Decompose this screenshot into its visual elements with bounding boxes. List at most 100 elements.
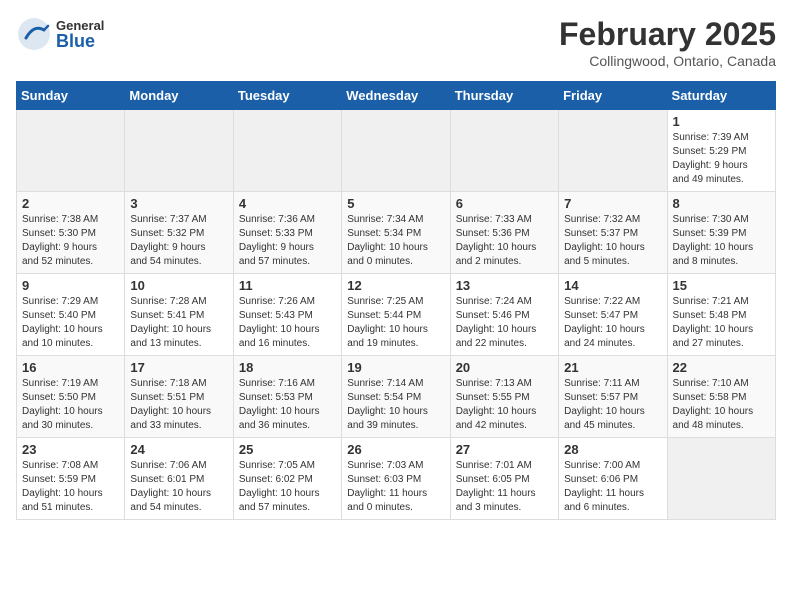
day-info: Sunrise: 7:28 AM Sunset: 5:41 PM Dayligh… — [130, 295, 227, 351]
day-number: 10 — [130, 278, 227, 293]
col-sunday: Sunday — [17, 82, 125, 110]
calendar-cell: 18Sunrise: 7:16 AM Sunset: 5:53 PM Dayli… — [233, 356, 341, 438]
day-number: 14 — [564, 278, 661, 293]
day-info: Sunrise: 7:06 AM Sunset: 6:01 PM Dayligh… — [130, 459, 227, 515]
header-row: Sunday Monday Tuesday Wednesday Thursday… — [17, 82, 776, 110]
day-info: Sunrise: 7:37 AM Sunset: 5:32 PM Dayligh… — [130, 213, 227, 269]
day-number: 25 — [239, 442, 336, 457]
calendar-cell: 16 Sunrise: 7:19 AM Sunset: 5:50 PM Dayli… — [17, 356, 125, 438]
day-info: Sunrise: 7:10 AM Sunset: 5:58 PM Dayligh… — [673, 377, 770, 433]
calendar-cell: 27 Sunrise: 7:01 AM Sunset: 6:05 PM Dayli… — [450, 438, 558, 520]
calendar-table: Sunday Monday Tuesday Wednesday Thursday… — [16, 81, 776, 520]
calendar-week-3: 9 Sunrise: 7:29 AM Sunset: 5:40 PM Daylig… — [17, 274, 776, 356]
day-info: Sunrise: 7:29 AM Sunset: 5:40 PM Dayligh… — [22, 295, 119, 351]
col-thursday: Thursday — [450, 82, 558, 110]
calendar-week-1: 1 Sunrise: 7:39 AM Sunset: 5:29 PM Daylig… — [17, 110, 776, 192]
day-number: 2 — [22, 196, 119, 211]
calendar-cell: 5 Sunrise: 7:34 AM Sunset: 5:34 PM Daylig… — [342, 192, 450, 274]
calendar-cell: 21 Sunrise: 7:11 AM Sunset: 5:57 PM Dayli… — [559, 356, 667, 438]
calendar-cell — [233, 110, 341, 192]
calendar-cell: 6Sunrise: 7:33 AM Sunset: 5:36 PM Daylig… — [450, 192, 558, 274]
day-info: Sunrise: 7:25 AM Sunset: 5:44 PM Dayligh… — [347, 295, 444, 351]
day-number: 8 — [673, 196, 770, 211]
calendar-cell: 3 Sunrise: 7:37 AM Sunset: 5:32 PM Daylig… — [125, 192, 233, 274]
calendar-cell: 19 Sunrise: 7:14 AM Sunset: 5:54 PM Dayli… — [342, 356, 450, 438]
col-wednesday: Wednesday — [342, 82, 450, 110]
month-title: February 2025 — [559, 16, 776, 53]
calendar-cell: 22 Sunrise: 7:10 AM Sunset: 5:58 PM Dayli… — [667, 356, 775, 438]
day-number: 27 — [456, 442, 553, 457]
day-info: Sunrise: 7:38 AM Sunset: 5:30 PM Dayligh… — [22, 213, 119, 269]
day-number: 20 — [456, 360, 553, 375]
day-number: 4 — [239, 196, 336, 211]
day-number: 21 — [564, 360, 661, 375]
day-number: 17 — [130, 360, 227, 375]
calendar-cell: 2 Sunrise: 7:38 AM Sunset: 5:30 PM Daylig… — [17, 192, 125, 274]
calendar-body: 1 Sunrise: 7:39 AM Sunset: 5:29 PM Daylig… — [17, 110, 776, 520]
day-number: 9 — [22, 278, 119, 293]
day-number: 7 — [564, 196, 661, 211]
day-info: Sunrise: 7:14 AM Sunset: 5:54 PM Dayligh… — [347, 377, 444, 433]
calendar-cell: 13 Sunrise: 7:24 AM Sunset: 5:46 PM Dayli… — [450, 274, 558, 356]
day-info: Sunrise: 7:30 AM Sunset: 5:39 PM Dayligh… — [673, 213, 770, 269]
col-saturday: Saturday — [667, 82, 775, 110]
day-number: 13 — [456, 278, 553, 293]
calendar-week-2: 2 Sunrise: 7:38 AM Sunset: 5:30 PM Daylig… — [17, 192, 776, 274]
day-info: Sunrise: 7:21 AM Sunset: 5:48 PM Dayligh… — [673, 295, 770, 351]
day-number: 11 — [239, 278, 336, 293]
day-number: 1 — [673, 114, 770, 129]
calendar-cell: 15 Sunrise: 7:21 AM Sunset: 5:48 PM Dayli… — [667, 274, 775, 356]
col-friday: Friday — [559, 82, 667, 110]
calendar-cell: 4Sunrise: 7:36 AM Sunset: 5:33 PM Daylig… — [233, 192, 341, 274]
calendar-cell — [342, 110, 450, 192]
calendar-cell — [125, 110, 233, 192]
day-number: 6 — [456, 196, 553, 211]
calendar-week-4: 16 Sunrise: 7:19 AM Sunset: 5:50 PM Dayli… — [17, 356, 776, 438]
calendar-cell: 9 Sunrise: 7:29 AM Sunset: 5:40 PM Daylig… — [17, 274, 125, 356]
day-number: 28 — [564, 442, 661, 457]
day-number: 23 — [22, 442, 119, 457]
day-info: Sunrise: 7:00 AM Sunset: 6:06 PM Dayligh… — [564, 459, 661, 515]
logo-icon — [16, 16, 52, 52]
day-number: 3 — [130, 196, 227, 211]
day-info: Sunrise: 7:19 AM Sunset: 5:50 PM Dayligh… — [22, 377, 119, 433]
day-info: Sunrise: 7:39 AM Sunset: 5:29 PM Dayligh… — [673, 131, 770, 187]
calendar-cell: 10 Sunrise: 7:28 AM Sunset: 5:41 PM Dayli… — [125, 274, 233, 356]
day-info: Sunrise: 7:24 AM Sunset: 5:46 PM Dayligh… — [456, 295, 553, 351]
logo-general-text: General — [56, 19, 104, 32]
day-number: 19 — [347, 360, 444, 375]
calendar-cell: 8 Sunrise: 7:30 AM Sunset: 5:39 PM Daylig… — [667, 192, 775, 274]
day-number: 22 — [673, 360, 770, 375]
calendar-cell: 24 Sunrise: 7:06 AM Sunset: 6:01 PM Dayli… — [125, 438, 233, 520]
day-info: Sunrise: 7:16 AM Sunset: 5:53 PM Dayligh… — [239, 377, 336, 433]
day-number: 5 — [347, 196, 444, 211]
col-monday: Monday — [125, 82, 233, 110]
day-number: 16 — [22, 360, 119, 375]
col-tuesday: Tuesday — [233, 82, 341, 110]
day-number: 24 — [130, 442, 227, 457]
calendar-cell — [450, 110, 558, 192]
day-info: Sunrise: 7:18 AM Sunset: 5:51 PM Dayligh… — [130, 377, 227, 433]
logo-text: General Blue — [56, 19, 104, 50]
day-info: Sunrise: 7:11 AM Sunset: 5:57 PM Dayligh… — [564, 377, 661, 433]
calendar-cell: 20 Sunrise: 7:13 AM Sunset: 5:55 PM Dayli… — [450, 356, 558, 438]
calendar-cell: 25Sunrise: 7:05 AM Sunset: 6:02 PM Dayli… — [233, 438, 341, 520]
day-info: Sunrise: 7:13 AM Sunset: 5:55 PM Dayligh… — [456, 377, 553, 433]
calendar-cell: 14 Sunrise: 7:22 AM Sunset: 5:47 PM Dayli… — [559, 274, 667, 356]
day-number: 15 — [673, 278, 770, 293]
day-number: 12 — [347, 278, 444, 293]
calendar-cell: 7 Sunrise: 7:32 AM Sunset: 5:37 PM Daylig… — [559, 192, 667, 274]
calendar-cell: 11 Sunrise: 7:26 AM Sunset: 5:43 PM Dayli… — [233, 274, 341, 356]
logo: General Blue — [16, 16, 104, 52]
day-info: Sunrise: 7:32 AM Sunset: 5:37 PM Dayligh… — [564, 213, 661, 269]
header: General Blue February 2025 Collingwood, … — [16, 16, 776, 69]
calendar-week-5: 23Sunrise: 7:08 AM Sunset: 5:59 PM Dayli… — [17, 438, 776, 520]
day-info: Sunrise: 7:22 AM Sunset: 5:47 PM Dayligh… — [564, 295, 661, 351]
day-info: Sunrise: 7:34 AM Sunset: 5:34 PM Dayligh… — [347, 213, 444, 269]
calendar-cell — [17, 110, 125, 192]
calendar-header: Sunday Monday Tuesday Wednesday Thursday… — [17, 82, 776, 110]
day-info: Sunrise: 7:26 AM Sunset: 5:43 PM Dayligh… — [239, 295, 336, 351]
day-number: 26 — [347, 442, 444, 457]
calendar-cell: 17 Sunrise: 7:18 AM Sunset: 5:51 PM Dayli… — [125, 356, 233, 438]
day-info: Sunrise: 7:01 AM Sunset: 6:05 PM Dayligh… — [456, 459, 553, 515]
